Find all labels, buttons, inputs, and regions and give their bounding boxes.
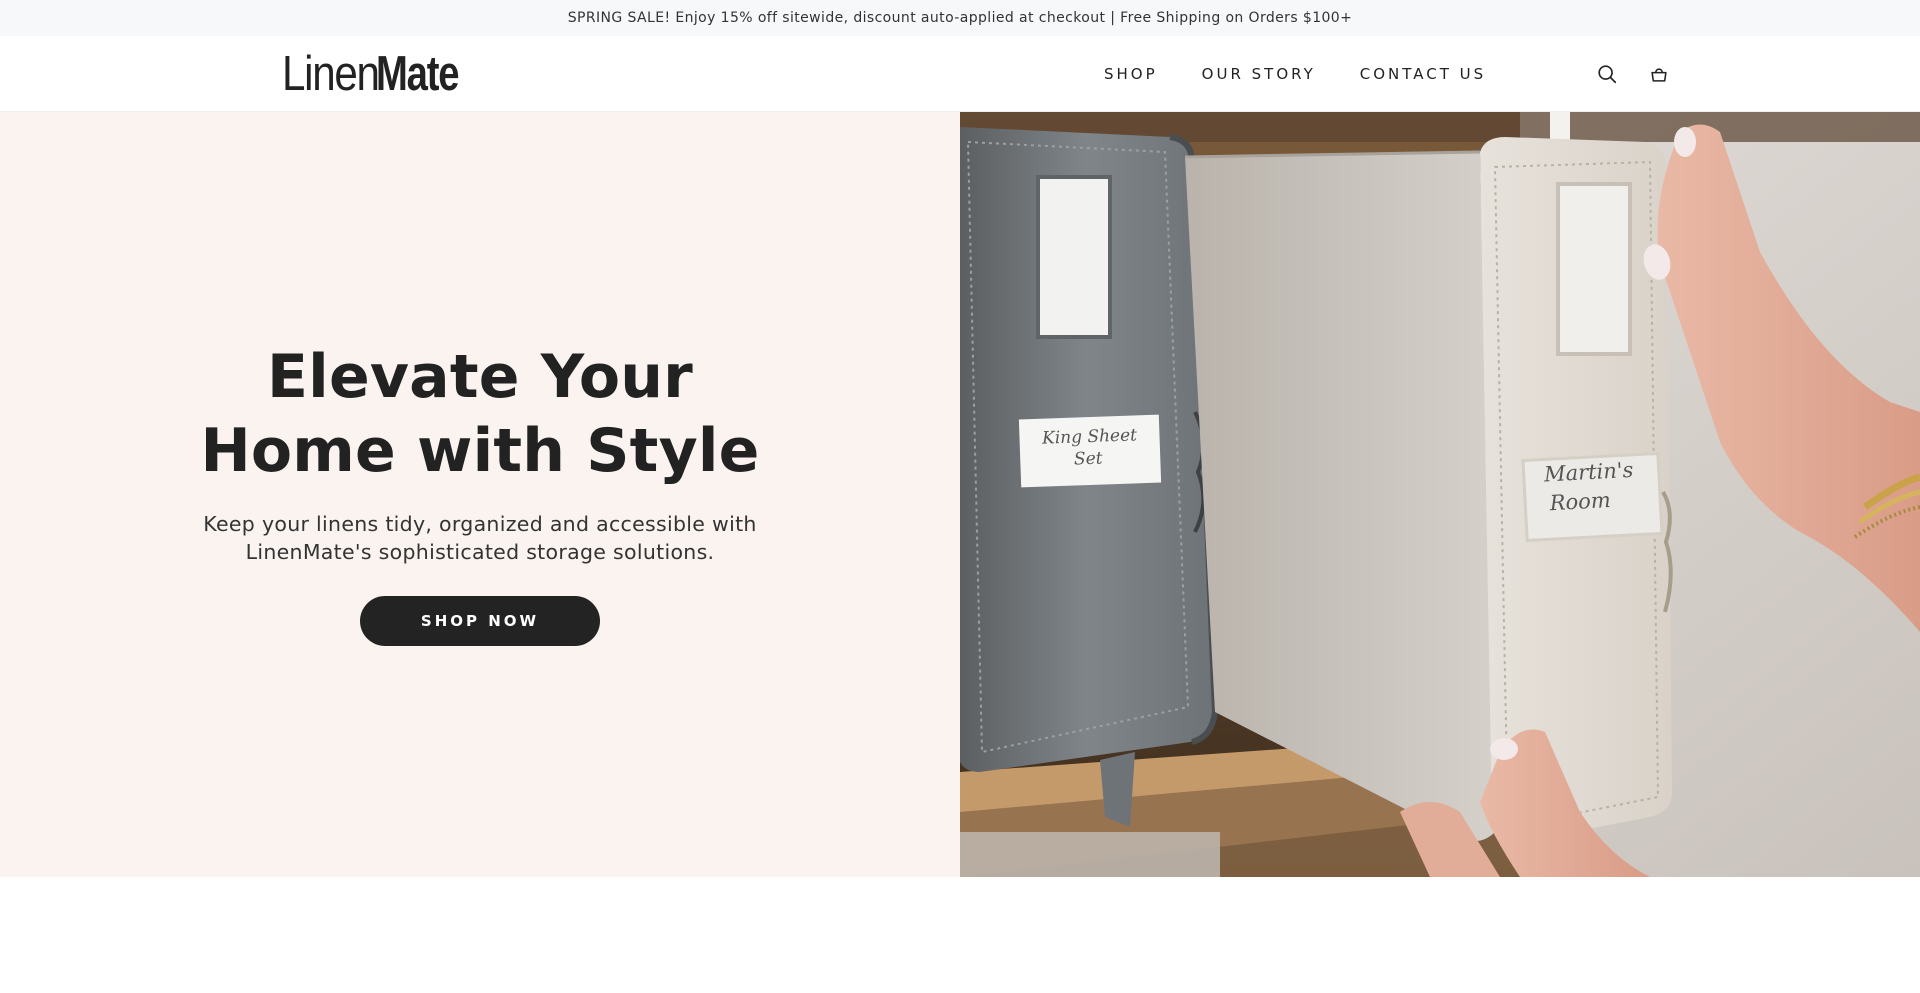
hero-text-panel: Elevate Your Home with Style Keep your l… [0, 112, 960, 877]
hero-content: Elevate Your Home with Style Keep your l… [180, 340, 780, 646]
shopping-bag-icon [1651, 68, 1667, 82]
hero-subtitle: Keep your linens tidy, organized and acc… [203, 510, 756, 566]
hero-title: Elevate Your Home with Style [200, 340, 759, 488]
hero-title-line-1: Elevate Your [267, 342, 693, 412]
nav-shop[interactable]: SHOP [1104, 65, 1158, 83]
organizer-label-left-line-1: King Sheet [1041, 425, 1138, 448]
hero-image: King Sheet Set Martin's Room [960, 112, 1920, 877]
hero-title-line-2: Home with Style [200, 416, 760, 486]
linen-organizer-photo: King Sheet Set Martin's Room [960, 112, 1920, 877]
site-header: Linen Mate SHOP OUR STORY CONTACT US [0, 36, 1920, 112]
search-icon [1598, 65, 1617, 84]
logo-text-light: Linen [282, 47, 380, 101]
logo-text-bold: Mate [376, 47, 460, 101]
cart-button[interactable] [1645, 60, 1673, 88]
announcement-bar: SPRING SALE! Enjoy 15% off sitewide, dis… [0, 0, 1920, 36]
announcement-text: SPRING SALE! Enjoy 15% off sitewide, dis… [567, 10, 1353, 26]
hero-subtitle-line-1: Keep your linens tidy, organized and acc… [203, 512, 757, 536]
organizer-label-right-line-1: Martin's [1542, 458, 1634, 487]
nav-our-story[interactable]: OUR STORY [1202, 65, 1316, 83]
organizer-label-right-line-2: Room [1548, 488, 1611, 515]
shop-now-button[interactable]: SHOP NOW [360, 596, 600, 646]
nav-contact-us[interactable]: CONTACT US [1360, 65, 1486, 83]
main-nav: SHOP OUR STORY CONTACT US [1104, 36, 1530, 112]
organizer-label-left-line-2: Set [1074, 449, 1103, 470]
search-button[interactable] [1593, 60, 1621, 88]
site-logo[interactable]: Linen Mate [282, 46, 482, 102]
hero-subtitle-line-2: LinenMate's sophisticated storage soluti… [245, 540, 715, 564]
